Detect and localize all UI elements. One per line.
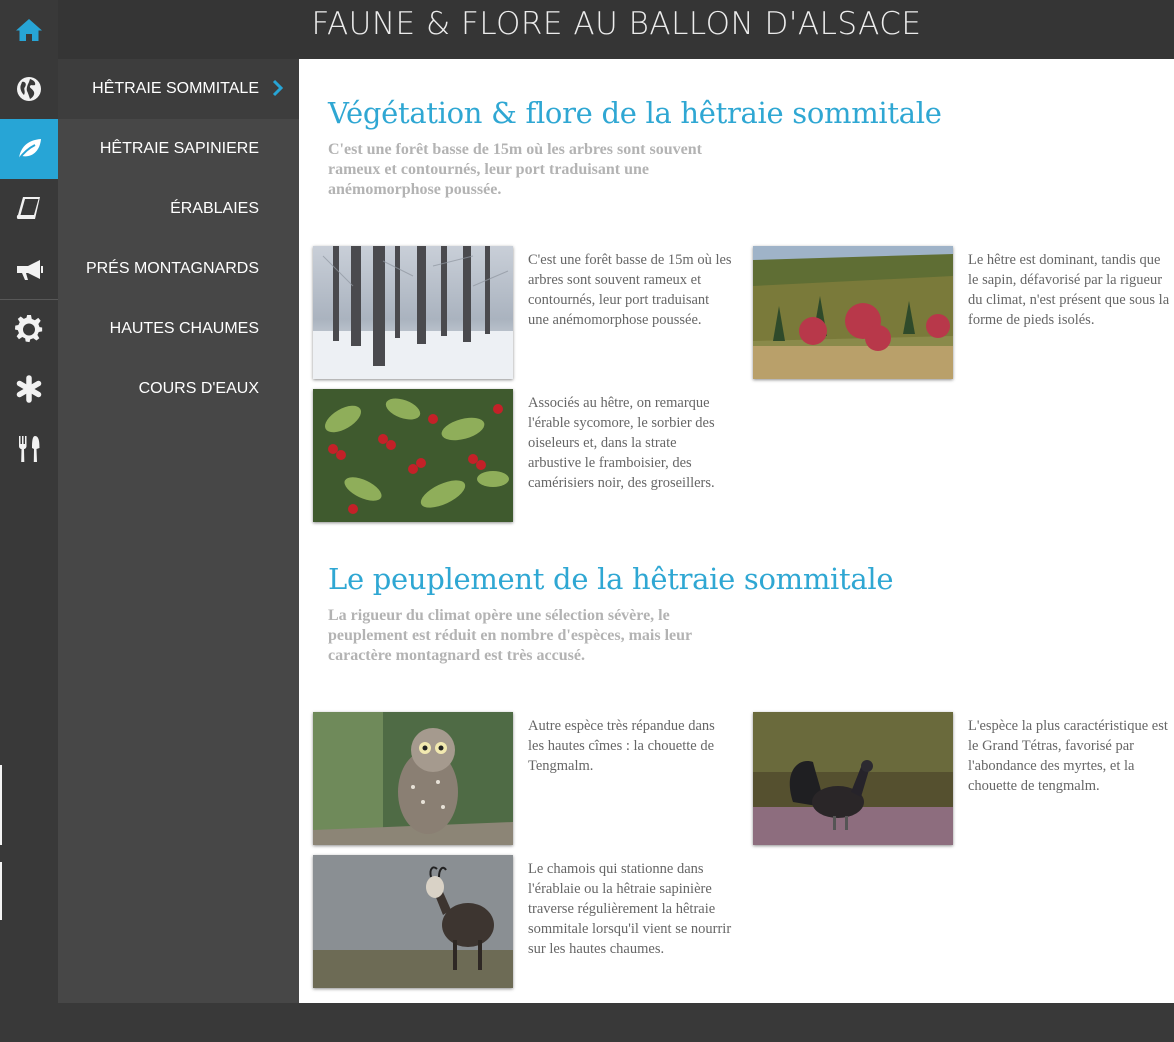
nav-announcements-button[interactable]	[0, 239, 58, 299]
section-title-vegetation: Végétation & flore de la hêtraie sommita…	[328, 96, 942, 130]
submenu-item-hetraie-sommitale[interactable]: HÊTRAIE SOMMITALE	[58, 59, 299, 119]
globe-icon	[17, 77, 41, 101]
card-text: Le chamois qui stationne dans l'érablaie…	[528, 861, 732, 957]
scroll-edge-mark	[0, 765, 2, 845]
chamois-photo[interactable]	[313, 855, 513, 988]
tengmalm-owl-photo[interactable]	[313, 712, 513, 845]
card-text: Le hêtre est dominant, tandis que le sap…	[968, 252, 1170, 328]
submenu-item-label: ÉRABLAIES	[170, 200, 259, 217]
submenu-item-erablaies[interactable]: ÉRABLAIES	[58, 179, 299, 239]
autumn-hillside-photo[interactable]	[753, 246, 953, 379]
section-subtitle-vegetation: C'est une forêt basse de 15m où les arbr…	[328, 141, 702, 198]
chevron-right-icon	[272, 79, 284, 97]
submenu-item-label: HÊTRAIE SOMMITALE	[92, 80, 259, 97]
gear-icon	[14, 314, 43, 343]
nav-misc-button[interactable]	[0, 359, 58, 419]
section-subtitle-peuplement: La rigueur du climat opère une sélection…	[328, 607, 692, 664]
submenu-item-label: HAUTES CHAUMES	[109, 320, 259, 337]
nav-book-button[interactable]	[0, 179, 58, 239]
grand-tetras-photo[interactable]	[753, 712, 953, 845]
section-title-peuplement: Le peuplement de la hêtraie sommitale	[328, 562, 894, 596]
footer-bar	[0, 1003, 1174, 1042]
home-icon	[16, 19, 42, 41]
submenu-item-hetraie-sapiniere[interactable]: HÊTRAIE SAPINIERE	[58, 119, 299, 179]
nav-globe-button[interactable]	[0, 59, 58, 119]
submenu-item-label: COURS D'EAUX	[138, 380, 259, 397]
nav-home-button[interactable]	[0, 0, 58, 60]
icon-sidebar	[0, 0, 58, 1042]
submenu: HÊTRAIE SOMMITALE HÊTRAIE SAPINIERE ÉRAB…	[58, 59, 299, 1003]
nav-flora-button[interactable]	[0, 119, 58, 179]
scroll-edge-mark	[0, 862, 2, 920]
cutlery-icon	[19, 436, 40, 462]
main-content: Végétation & flore de la hêtraie sommita…	[299, 59, 1174, 1003]
nav-settings-button[interactable]	[0, 299, 58, 359]
card-text: Autre espèce très répandue dans les haut…	[528, 718, 715, 774]
submenu-item-label: PRÉS MONTAGNARDS	[85, 260, 259, 277]
submenu-item-hautes-chaumes[interactable]: HAUTES CHAUMES	[58, 299, 299, 359]
header-bar: FAUNE & FLORE AU BALLON D'ALSACE	[0, 0, 1174, 60]
nav-restaurant-button[interactable]	[0, 419, 58, 479]
submenu-item-cours-deaux[interactable]: COURS D'EAUX	[58, 359, 299, 419]
snowy-beech-forest-photo[interactable]	[313, 246, 513, 379]
book-icon	[16, 197, 40, 219]
card-text: L'espèce la plus caractéristique est le …	[968, 718, 1168, 794]
submenu-item-pres-montagnards[interactable]: PRÉS MONTAGNARDS	[58, 239, 299, 299]
card-text: C'est une forêt basse de 15m où les arbr…	[528, 252, 732, 328]
asterisk-icon	[16, 375, 42, 403]
submenu-item-label: HÊTRAIE SAPINIERE	[99, 140, 259, 157]
leaf-icon	[18, 139, 41, 160]
card-text: Associés au hêtre, on remarque l'érable …	[528, 395, 715, 491]
red-berries-photo[interactable]	[313, 389, 513, 522]
megaphone-icon	[17, 260, 43, 280]
page-title: FAUNE & FLORE AU BALLON D'ALSACE	[311, 6, 922, 42]
